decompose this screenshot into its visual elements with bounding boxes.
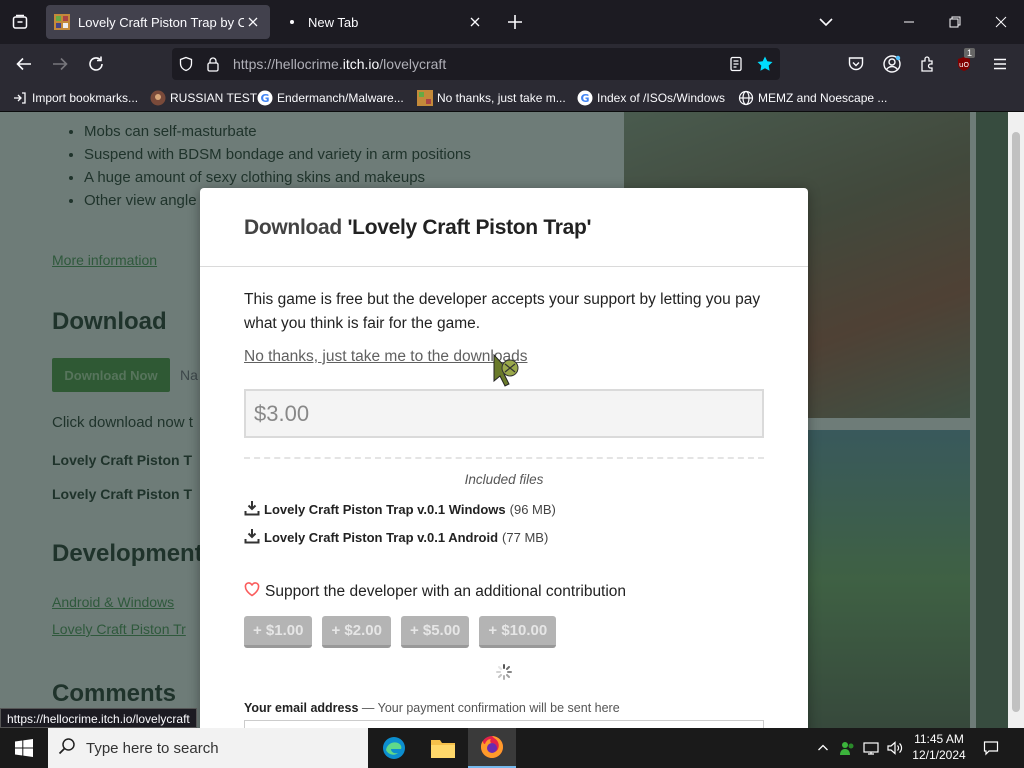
user-tray-icon[interactable] xyxy=(836,728,858,768)
bookmark-no-thanks[interactable]: No thanks, just take m... xyxy=(417,89,566,107)
file-size: (77 MB) xyxy=(502,529,549,545)
contribution-amounts: + $1.00 + $2.00 + $5.00 + $10.00 xyxy=(244,616,557,648)
url-text[interactable]: https://hellocrime.itch.io/lovelycraft xyxy=(233,56,446,72)
windows-start-icon[interactable] xyxy=(0,728,48,768)
tab-bar: Lovely Craft Piston Trap by Crim New Tab xyxy=(0,0,1024,44)
ublock-icon[interactable]: uO 1 xyxy=(950,48,978,78)
extensions-icon[interactable] xyxy=(914,50,942,78)
intro-text: This game is free but the developer acce… xyxy=(244,291,761,332)
bookmark-russian-test[interactable]: RUSSIAN TEST xyxy=(150,89,257,107)
close-tab-icon[interactable] xyxy=(466,13,484,31)
file-row: Lovely Craft Piston Trap v.0.1 Android (… xyxy=(244,528,548,546)
volume-icon[interactable] xyxy=(884,728,906,768)
back-icon[interactable] xyxy=(10,50,38,78)
network-icon[interactable] xyxy=(860,728,882,768)
pocket-icon[interactable] xyxy=(842,50,870,78)
clock[interactable]: 11:45 AM 12/1/2024 xyxy=(904,731,974,763)
chevron-up-icon[interactable] xyxy=(812,728,834,768)
itch-favicon-icon xyxy=(54,14,70,30)
close-window-icon[interactable] xyxy=(978,6,1024,38)
support-toggle[interactable]: Support the developer with an additional… xyxy=(244,582,626,602)
taskbar: Type here to search 11:45 AM 12/1/2024 xyxy=(0,728,1024,768)
add-5-button[interactable]: + $5.00 xyxy=(400,616,470,648)
new-tab-icon[interactable] xyxy=(503,10,527,34)
svg-text:uO: uO xyxy=(959,61,969,69)
page-scrollbar[interactable] xyxy=(1008,112,1024,728)
included-files-label: Included files xyxy=(464,472,544,487)
shield-icon[interactable] xyxy=(178,56,194,72)
bookmark-memz[interactable]: MEMZ and Noescape ... xyxy=(738,89,887,107)
svg-text:G: G xyxy=(260,92,269,105)
file-name: Lovely Craft Piston Trap v.0.1 Windows xyxy=(264,501,506,517)
status-url: https://hellocrime.itch.io/lovelycraft xyxy=(0,708,197,728)
file-row: Lovely Craft Piston Trap v.0.1 Windows (… xyxy=(244,500,556,518)
edge-app-icon[interactable] xyxy=(370,728,418,768)
forward-icon[interactable] xyxy=(46,50,74,78)
reader-view-icon[interactable] xyxy=(728,56,744,72)
user-icon xyxy=(150,90,166,106)
price-input[interactable]: $3.00 xyxy=(244,389,764,438)
account-icon[interactable] xyxy=(878,50,906,78)
restore-icon[interactable] xyxy=(932,6,978,38)
taskbar-search[interactable]: Type here to search xyxy=(48,728,368,768)
firefox-app-icon[interactable] xyxy=(468,728,516,768)
busy-cursor-icon xyxy=(492,353,522,388)
file-name: Lovely Craft Piston Trap v.0.1 Android xyxy=(264,529,499,545)
add-2-button[interactable]: + $2.00 xyxy=(322,616,391,648)
bookmark-import[interactable]: Import bookmarks... xyxy=(12,89,138,107)
heart-icon xyxy=(244,582,260,602)
svg-text:G: G xyxy=(580,92,589,105)
globe-icon xyxy=(738,90,754,106)
tab-title: New Tab xyxy=(308,14,359,30)
notification-icon[interactable] xyxy=(980,728,1002,768)
google-icon: G xyxy=(577,90,593,106)
modal-body: This game is free but the developer acce… xyxy=(244,288,764,730)
download-modal: Download 'Lovely Craft Piston Trap' This… xyxy=(200,188,808,748)
add-1-button[interactable]: + $1.00 xyxy=(244,616,313,648)
file-explorer-icon[interactable] xyxy=(419,728,467,768)
add-10-button[interactable]: + $10.00 xyxy=(479,616,557,648)
bookmark-isos[interactable]: G Index of /ISOs/Windows xyxy=(577,89,725,107)
close-tab-icon[interactable] xyxy=(244,13,262,31)
minimize-icon[interactable] xyxy=(886,6,932,38)
navigation-toolbar: https://hellocrime.itch.io/lovelycraft u… xyxy=(0,44,1024,84)
file-size: (96 MB) xyxy=(509,501,556,517)
lock-icon[interactable] xyxy=(205,56,221,72)
loading-spinner-icon xyxy=(496,664,512,680)
bookmark-endermanch[interactable]: G Endermanch/Malware... xyxy=(257,89,404,107)
no-thanks-link[interactable]: No thanks, just take me to the downloads xyxy=(244,348,527,366)
bookmarks-toolbar: Import bookmarks... RUSSIAN TEST G Ender… xyxy=(0,84,1024,112)
reload-icon[interactable] xyxy=(82,50,110,78)
dot-icon xyxy=(284,14,300,30)
divider xyxy=(244,457,764,459)
tab-lovely-craft[interactable]: Lovely Craft Piston Trap by Crim xyxy=(46,5,270,39)
download-icon xyxy=(244,528,260,547)
search-placeholder: Type here to search xyxy=(86,739,219,757)
email-label: Your email address — Your payment confir… xyxy=(244,701,620,715)
scrollbar-thumb[interactable] xyxy=(1012,132,1020,712)
tab-title: Lovely Craft Piston Trap by Crim xyxy=(78,14,244,30)
import-icon xyxy=(12,90,28,106)
bookmark-star-icon[interactable] xyxy=(756,55,774,73)
search-icon xyxy=(58,737,76,759)
download-icon xyxy=(244,500,260,519)
modal-title: Download 'Lovely Craft Piston Trap' xyxy=(200,188,808,267)
tab-new-tab[interactable]: New Tab xyxy=(276,5,492,39)
google-icon: G xyxy=(257,90,273,106)
extension-badge: 1 xyxy=(964,48,976,58)
address-bar[interactable]: https://hellocrime.itch.io/lovelycraft xyxy=(172,48,780,80)
menu-icon[interactable] xyxy=(986,50,1014,78)
itch-icon xyxy=(417,90,433,106)
tab-list-icon[interactable] xyxy=(6,8,34,36)
chevron-down-icon[interactable] xyxy=(814,10,838,34)
